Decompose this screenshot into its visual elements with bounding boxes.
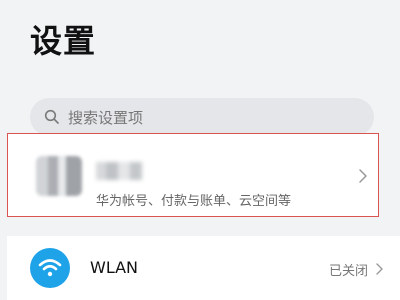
search-icon [44, 109, 59, 124]
settings-item-status: 已关闭 [328, 264, 368, 279]
settings-item-wlan[interactable]: WLAN 已关闭 [7, 236, 400, 300]
account-subtitle: 华为帐号、付款与账单、云空间等 [96, 194, 292, 209]
settings-item-label: WLAN [90, 258, 139, 277]
account-card[interactable]: 华为帐号、付款与账单、云空间等 [7, 133, 379, 217]
page-title: 设置 [30, 22, 97, 60]
wifi-icon [30, 248, 70, 288]
chevron-right-icon [359, 169, 367, 183]
search-placeholder: 搜索设置项 [68, 108, 144, 127]
account-name [96, 162, 142, 180]
avatar [36, 156, 82, 196]
chevron-right-icon [376, 263, 383, 275]
search-bar[interactable]: 搜索设置项 [30, 98, 374, 136]
